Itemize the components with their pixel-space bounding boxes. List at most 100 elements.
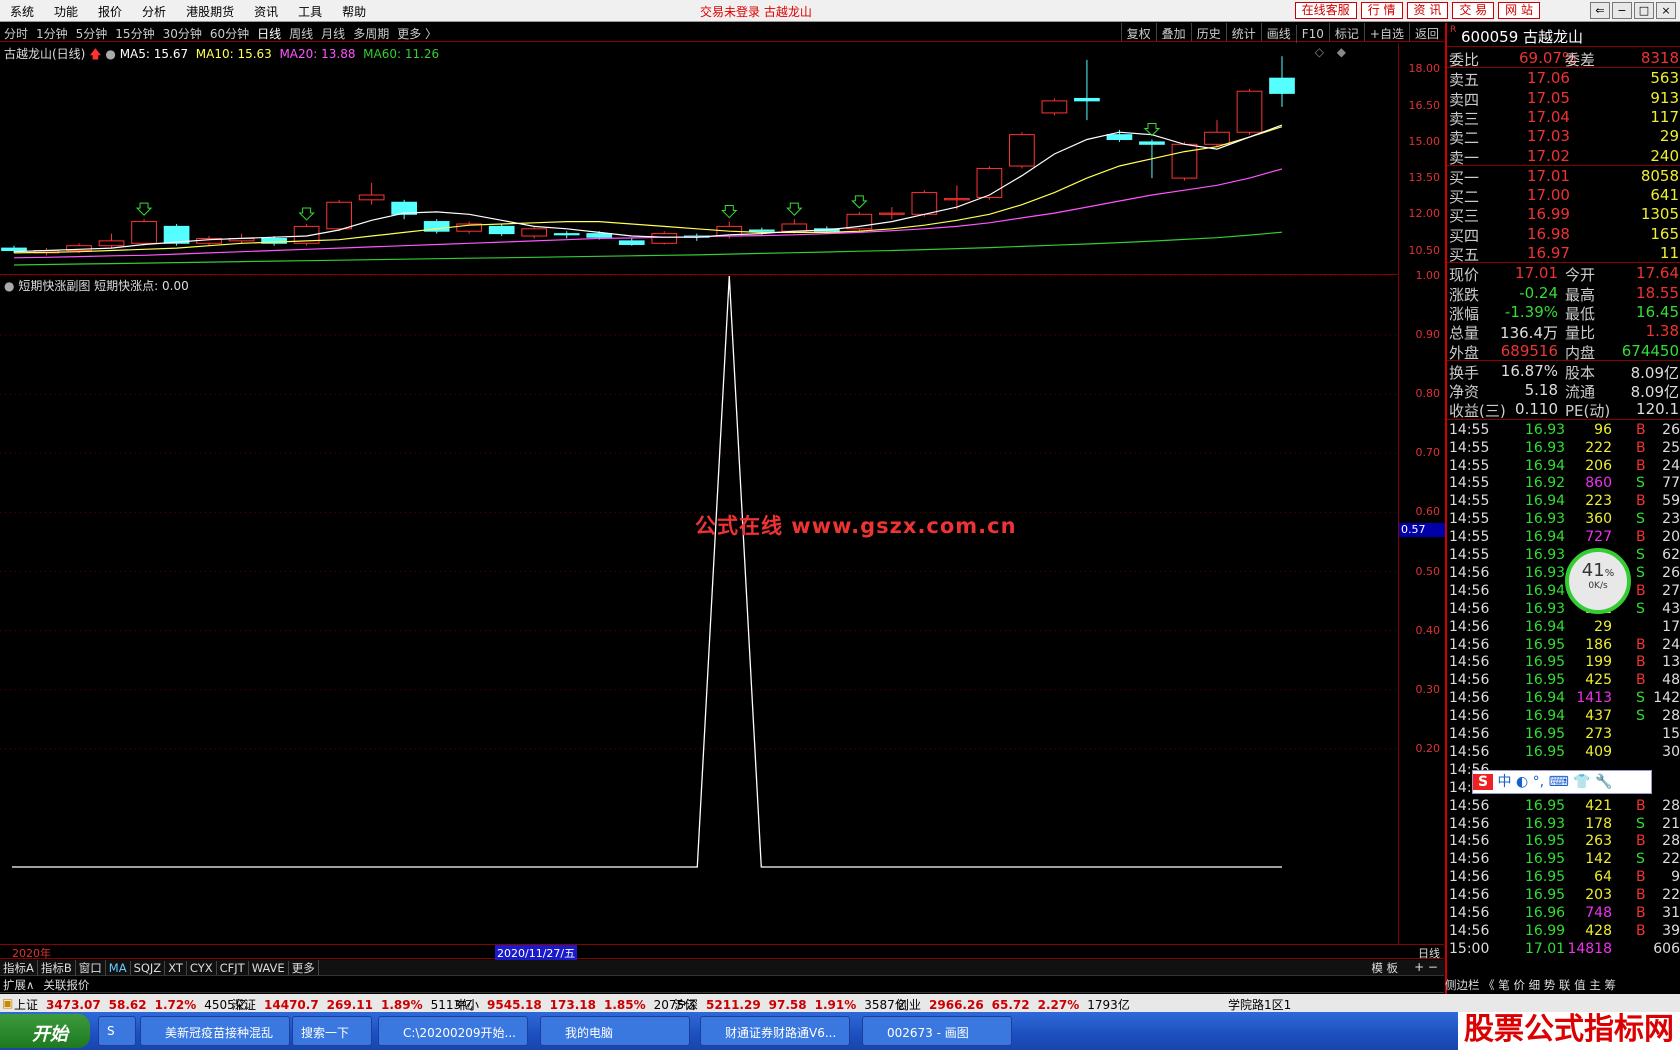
period-tab[interactable]: 1分钟	[32, 23, 72, 42]
period-tab-daily[interactable]: 日线	[253, 23, 285, 42]
task-browser[interactable]: 美新冠疫苗接种混乱	[140, 1016, 290, 1046]
index-quote[interactable]: 创业 2966.26 65.72 2.27% 1793亿	[897, 996, 1138, 1013]
ask-row[interactable]: 卖三 17.04 117	[1447, 107, 1680, 128]
menu-item-quote[interactable]: 报价	[88, 0, 132, 22]
add-watchlist-button[interactable]: +自选	[1363, 23, 1409, 41]
tick-row[interactable]: 14:55 16.94 206 B 24	[1447, 458, 1680, 476]
settings-icon[interactable]: ●	[4, 279, 14, 293]
task-folder[interactable]: C:\20200209开始...	[378, 1016, 528, 1046]
bid-row[interactable]: 买三 16.99 1305	[1447, 204, 1680, 225]
task-search[interactable]: 搜索一下	[292, 1016, 372, 1046]
tick-row[interactable]: 14:5616.93201S43	[1447, 601, 1680, 619]
kline-chart[interactable]: 古越龙山(日线) 🡅 ● MA5: 15.67 MA10: 15.63 MA20…	[0, 43, 1398, 275]
tool-button[interactable]: 历史	[1190, 23, 1226, 41]
ask-row[interactable]: 卖二 17.03 29	[1447, 126, 1680, 147]
period-tab-more[interactable]: 更多 〉	[393, 23, 441, 42]
start-button[interactable]: 开始	[0, 1014, 90, 1048]
quote-row[interactable]: 总量 136.4万 量比 1.38	[1447, 321, 1680, 342]
quote-row[interactable]: 涨跌 -0.24 最高 18.55	[1447, 283, 1680, 304]
bid-row[interactable]: 买五 16.97 11	[1447, 243, 1680, 264]
indicator-tab[interactable]: MA	[106, 961, 131, 975]
news-button[interactable]: 资 讯	[1406, 2, 1449, 19]
tick-row[interactable]: 14:56 16.95 409 30	[1447, 744, 1680, 762]
ask-row[interactable]: 卖五 17.06 563	[1447, 68, 1680, 89]
tick-row[interactable]: 14:55 16.93 S 62	[1447, 547, 1680, 565]
ime-toolbar[interactable]: S 中 ◐ °, ⌨ 👕 🔧	[1472, 770, 1652, 794]
network-speed-badge[interactable]: 41% 0K/s	[1565, 548, 1631, 614]
tool-button[interactable]: 画线	[1260, 23, 1296, 41]
menu-item-news[interactable]: 资讯	[244, 0, 288, 22]
menu-item-function[interactable]: 功能	[44, 0, 88, 22]
tick-row[interactable]: 15:00 17.01 14818 606	[1447, 941, 1680, 959]
tick-row[interactable]: 14:56 16.93 178 S 21	[1447, 816, 1680, 834]
fund-row[interactable]: 收益(三) 0.110 PE(动) 120.1	[1447, 399, 1680, 420]
tick-row[interactable]: 14:55 16.93 360 S 23	[1447, 511, 1680, 529]
tick-row[interactable]: 14:55 16.92 860 S 77	[1447, 475, 1680, 493]
task-trading-app[interactable]: 财通证券财路通V6...	[700, 1016, 850, 1046]
period-tab[interactable]: 15分钟	[111, 23, 158, 42]
bid-row[interactable]: 买一 17.01 8058	[1447, 166, 1680, 187]
indicator-tab[interactable]: SQJZ	[131, 961, 166, 975]
expand-button[interactable]: 扩展∧	[3, 978, 34, 992]
trade-button[interactable]: 交 易	[1452, 2, 1495, 19]
period-tab[interactable]: 60分钟	[206, 23, 253, 42]
template-button[interactable]: 模 板	[1371, 960, 1398, 976]
tick-row[interactable]: 14:56 16.95 199 B 13	[1447, 654, 1680, 672]
tick-row[interactable]: 14:56 16.95 273 15	[1447, 726, 1680, 744]
zoom-buttons[interactable]: + −	[1414, 960, 1438, 974]
tick-row[interactable]: 14:56 16.95 64 B 9	[1447, 869, 1680, 887]
tick-row[interactable]: 14:56 16.96 748 B 31	[1447, 905, 1680, 923]
fund-row[interactable]: 净资 5.18 流通 8.09亿	[1447, 380, 1680, 401]
tick-row[interactable]: 14:56 16.95 425 B 48	[1447, 672, 1680, 690]
tick-row[interactable]: 14:56 16.95 263 B 28	[1447, 833, 1680, 851]
indicator-tab-more[interactable]: 更多	[289, 960, 319, 976]
back-icon[interactable]: ⇐	[1590, 2, 1610, 19]
menu-item-hk-futures[interactable]: 港股期货	[176, 0, 244, 22]
indicator-tab[interactable]: 窗口	[76, 960, 106, 976]
tick-row[interactable]: 14:56 16.94 B 27	[1447, 583, 1680, 601]
webi-row[interactable]: 委比 69.07% 委差 8318	[1447, 48, 1680, 69]
menu-item-system[interactable]: 系统	[0, 0, 44, 22]
period-tab[interactable]: 周线	[285, 23, 317, 42]
fund-row[interactable]: 换手 16.87% 股本 8.09亿	[1447, 361, 1680, 382]
index-quote[interactable]: 中小 9545.18 173.18 1.85% 2075亿	[455, 996, 704, 1013]
return-button[interactable]: 返回	[1408, 23, 1444, 41]
tick-row[interactable]: 14:55 16.93 96 B 26	[1447, 422, 1680, 440]
period-tab[interactable]: 多周期	[349, 23, 393, 42]
index-quote[interactable]: 沪深 5211.29 97.58 1.91% 3587亿	[674, 996, 915, 1013]
index-quote[interactable]: 上证 3473.07 58.62 1.72% 4505亿	[14, 996, 255, 1013]
tick-row[interactable]: 14:56 16.99 428 B 39	[1447, 923, 1680, 941]
online-service-button[interactable]: 在线客服	[1294, 2, 1357, 19]
indicator-tab[interactable]: CFJT	[217, 961, 249, 975]
tick-row[interactable]: 14:56 16.95 186 B 24	[1447, 637, 1680, 655]
task-paint[interactable]: 002673 - 画图	[862, 1016, 1012, 1046]
quote-row[interactable]: 涨幅 -1.39% 最低 16.45	[1447, 302, 1680, 323]
quicklaunch-icon[interactable]: S	[98, 1016, 136, 1046]
tick-row[interactable]: 14:55 16.94 223 B 59	[1447, 493, 1680, 511]
website-button[interactable]: 网 站	[1498, 2, 1540, 19]
indicator-tab[interactable]: CYX	[187, 961, 217, 975]
tick-row[interactable]: 14:55 16.94 727 B 20	[1447, 529, 1680, 547]
sub-chart[interactable]: ● 短期快涨副图 短期快涨点: 0.00	[0, 276, 1398, 944]
sidebar-tabs[interactable]: 侧边栏 《 笔 价 细 势 联 值 主 筹	[1445, 977, 1680, 993]
period-tab[interactable]: 月线	[317, 23, 349, 42]
tick-row[interactable]: 14:55 16.93 222 B 25	[1447, 440, 1680, 458]
maximize-icon[interactable]: □	[1634, 2, 1654, 19]
tick-row[interactable]: 14:56 16.95 203 B 22	[1447, 887, 1680, 905]
bid-row[interactable]: 买四 16.98 165	[1447, 224, 1680, 245]
close-icon[interactable]: ×	[1656, 2, 1676, 19]
menu-item-tools[interactable]: 工具	[288, 0, 332, 22]
tool-button[interactable]: 叠加	[1155, 23, 1191, 41]
indicator-tab[interactable]: 指标B	[38, 960, 76, 976]
diamond-icon[interactable]: ◇	[1315, 45, 1324, 59]
bid-row[interactable]: 买二 17.00 641	[1447, 185, 1680, 206]
indicator-tab[interactable]: 指标A	[0, 960, 38, 976]
tick-row[interactable]: 14:56 16.94 29 17	[1447, 619, 1680, 637]
diamond-icon[interactable]: ◆	[1337, 45, 1346, 59]
ask-row[interactable]: 卖四 17.05 913	[1447, 88, 1680, 109]
period-tab[interactable]: 5分钟	[72, 23, 112, 42]
tick-row[interactable]: 14:56 16.94 1413 S 142	[1447, 690, 1680, 708]
tick-row[interactable]: 14:56 16.95 142 S 22	[1447, 851, 1680, 869]
tick-row[interactable]: 14:56 16.94 437 S 28	[1447, 708, 1680, 726]
period-tab[interactable]: 30分钟	[159, 23, 206, 42]
